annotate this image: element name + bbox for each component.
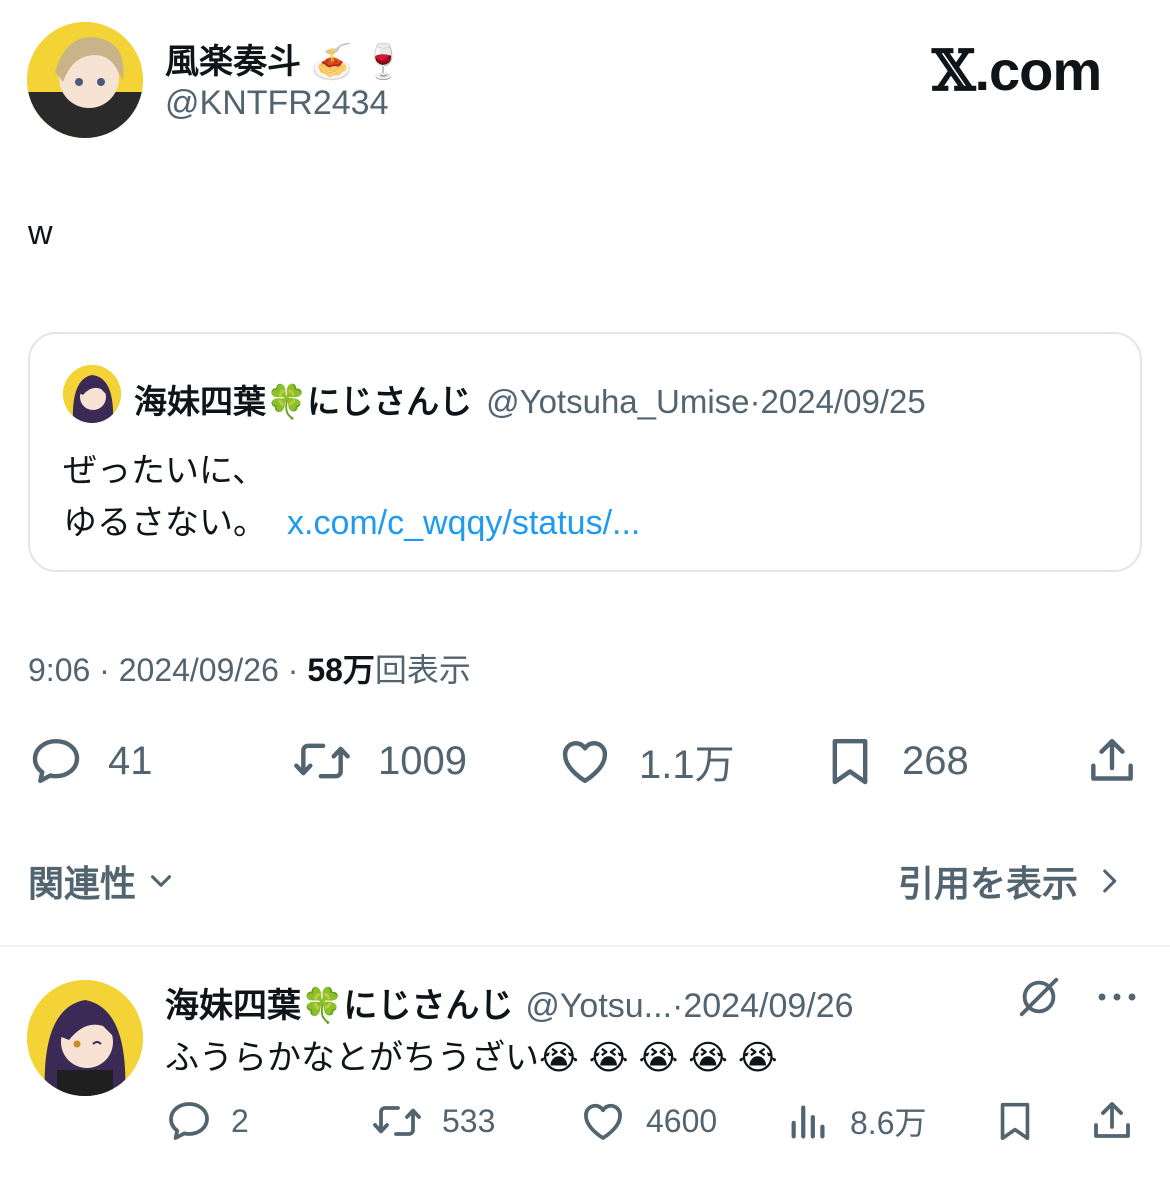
quote-header: 海妹四葉🍀にじさんじ @Yotsuha_Umise·2024/09/25 <box>134 375 926 423</box>
reply-button[interactable]: 41 <box>28 733 153 789</box>
reply-bookmark-button[interactable] <box>992 1097 1038 1145</box>
reply-author-handle: @Yotsu... <box>525 987 673 1025</box>
share-icon <box>1094 1102 1130 1138</box>
quote-separator: · <box>749 383 761 420</box>
share-button[interactable] <box>1084 733 1140 789</box>
author-name[interactable]: 風楽奏斗 🍝 🍷 <box>165 34 405 83</box>
retweet-icon <box>373 1106 421 1136</box>
reply-views-button[interactable]: 8.6万 <box>786 1097 927 1145</box>
retweet-button[interactable]: 1009 <box>290 733 467 789</box>
views-chart-icon <box>791 1105 825 1139</box>
sort-label: 関連性 <box>28 863 137 904</box>
reply-text-body: ふうらかなとがちうざい <box>165 1039 539 1077</box>
view-quotes-link[interactable]: 引用を表示 <box>898 855 1126 907</box>
clover-emoji: 🍀 <box>266 383 308 420</box>
divider <box>0 945 1170 947</box>
x-logo-icon: 𝕏 <box>932 38 975 104</box>
quote-text-line-2-text: ゆるさない。 <box>63 504 267 542</box>
tweet-time: 9:06 <box>28 652 91 688</box>
reply-icon <box>32 738 80 784</box>
quote-author-handle: @Yotsuha_Umise <box>486 383 750 420</box>
more-icon <box>1098 993 1136 1001</box>
reply-retweet-count: 533 <box>442 1102 496 1139</box>
reply-avatar-illustration <box>27 980 143 1096</box>
quote-text-line-2: ゆるさない。 x.com/c_wqqy/status/... <box>63 495 640 544</box>
reply-text: ふうらかなとがちうざい😭😭😭😭😭 <box>165 1030 788 1079</box>
reply-like-button[interactable]: 4600 <box>578 1097 717 1145</box>
quote-name-suffix: にじさんじ <box>307 383 473 420</box>
bookmark-count: 268 <box>902 738 969 783</box>
x-brand-logo: 𝕏.com <box>932 38 1102 104</box>
reply-views-count: 8.6万 <box>850 1105 927 1141</box>
reply-share-button[interactable] <box>1088 1097 1136 1145</box>
heart-icon <box>562 741 608 784</box>
grok-button[interactable] <box>1016 974 1062 1025</box>
tweet-meta: 9:06 · 2024/09/26 · 58万回表示 <box>28 645 471 691</box>
reply-date: 2024/09/26 <box>683 987 854 1025</box>
reply-header: 海妹四葉🍀にじさんじ @Yotsu...·2024/09/26 <box>165 978 854 1027</box>
meta-separator-1: · <box>90 652 119 688</box>
reply-reply-button[interactable]: 2 <box>165 1097 249 1145</box>
more-options-button[interactable] <box>1094 982 1140 1017</box>
like-count: 1.1万 <box>639 743 735 787</box>
author-handle[interactable]: @KNTFR2434 <box>165 84 388 123</box>
retweet-icon <box>294 743 350 779</box>
avatar-illustration <box>27 22 143 138</box>
chevron-right-icon <box>1103 869 1117 893</box>
quote-date: 2024/09/25 <box>760 383 926 420</box>
retweet-count: 1009 <box>378 738 467 783</box>
bookmark-icon <box>832 738 868 785</box>
quote-link[interactable]: x.com/c_wqqy/status/... <box>287 504 640 542</box>
bookmark-button[interactable]: 268 <box>822 733 969 789</box>
quote-name-text: 海妹四葉 <box>134 383 266 420</box>
view-quotes-label: 引用を表示 <box>898 863 1079 904</box>
reply-author-name[interactable]: 海妹四葉🍀にじさんじ <box>165 987 513 1025</box>
tweet-text: w <box>28 214 53 252</box>
reply-retweet-button[interactable]: 533 <box>370 1097 495 1145</box>
crying-emojis: 😭😭😭😭😭 <box>539 1039 788 1077</box>
grok-icon <box>1019 977 1059 1017</box>
author-name-text: 風楽奏斗 <box>165 43 301 81</box>
share-icon <box>1091 738 1133 781</box>
reply-separator: · <box>672 987 684 1025</box>
reply-icon <box>169 1102 209 1140</box>
meta-separator-2: · <box>278 652 308 688</box>
reply-reply-count: 2 <box>231 1102 249 1139</box>
like-button[interactable]: 1.1万 <box>555 733 735 789</box>
quote-avatar-illustration <box>63 365 121 423</box>
sort-dropdown[interactable]: 関連性 <box>28 855 178 907</box>
reply-like-count: 4600 <box>646 1102 718 1139</box>
author-name-emojis: 🍝 🍷 <box>310 43 405 81</box>
heart-icon <box>584 1103 622 1140</box>
tweet-date: 2024/09/26 <box>118 652 279 688</box>
chevron-down-icon <box>150 875 172 887</box>
reply-clover-emoji: 🍀 <box>301 987 344 1025</box>
author-avatar[interactable] <box>27 22 143 138</box>
brand-suffix: .com <box>974 39 1102 102</box>
reply-count: 41 <box>108 738 153 783</box>
bookmark-icon <box>1000 1102 1030 1141</box>
quote-avatar <box>63 365 121 423</box>
quote-author-name[interactable]: 海妹四葉🍀にじさんじ <box>134 383 472 420</box>
reply-name-suffix: にじさんじ <box>343 987 514 1025</box>
quote-text-line-1: ぜったいに、 <box>63 452 266 490</box>
views-label: 回表示 <box>374 652 471 688</box>
reply-author-avatar[interactable] <box>27 980 143 1096</box>
views-count: 58万 <box>307 652 375 688</box>
reply-name-text: 海妹四葉 <box>165 987 301 1025</box>
